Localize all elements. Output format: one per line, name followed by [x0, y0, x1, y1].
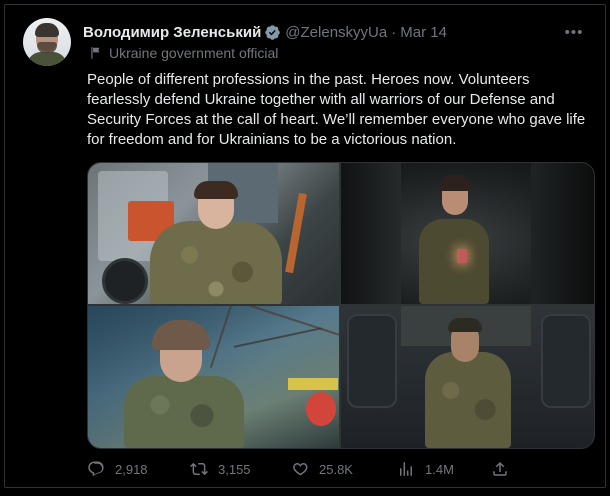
photo-4[interactable] [341, 306, 594, 448]
handle[interactable]: @ZelenskyyUa [285, 24, 387, 41]
media-grid [87, 162, 595, 449]
more-icon[interactable]: ••• [563, 22, 585, 42]
affiliation-text: Ukraine government official [109, 45, 279, 61]
tweet-text: People of different professions in the p… [87, 71, 586, 148]
avatar-shirt [27, 52, 67, 66]
retweet-icon [190, 462, 208, 476]
tweet-card[interactable]: Володимир Зеленський @ZelenskyyUa · Mar … [4, 4, 606, 488]
like-button[interactable]: 25.8K [291, 460, 353, 478]
reply-icon [88, 461, 104, 476]
separator-dot: · [391, 23, 397, 41]
verified-badge-icon [265, 24, 281, 40]
retweet-button[interactable]: 3,155 [190, 460, 251, 478]
reply-count: 2,918 [115, 461, 148, 477]
photo-2[interactable] [341, 163, 594, 304]
photo-3[interactable] [88, 306, 339, 448]
tweet-date[interactable]: Mar 14 [400, 24, 447, 41]
photo-1[interactable] [88, 163, 339, 304]
display-name[interactable]: Володимир Зеленський [83, 24, 261, 41]
actions-bar: 2,918 3,155 25.8K 1.4M [87, 460, 517, 480]
avatar[interactable] [23, 18, 71, 66]
like-icon [293, 463, 308, 476]
tweet-header: Володимир Зеленський @ZelenskyyUa · Mar … [83, 22, 585, 42]
share-icon [493, 461, 507, 476]
share-button[interactable] [491, 460, 519, 478]
like-count: 25.8K [319, 461, 353, 477]
reply-button[interactable]: 2,918 [87, 460, 148, 478]
views-icon [400, 462, 412, 476]
avatar-hair [35, 23, 59, 37]
retweet-count: 3,155 [218, 461, 251, 477]
affiliation-label: Ukraine government official [89, 45, 278, 61]
views-button[interactable]: 1.4M [397, 460, 454, 478]
flag-icon [91, 47, 100, 59]
views-count: 1.4M [425, 461, 454, 477]
